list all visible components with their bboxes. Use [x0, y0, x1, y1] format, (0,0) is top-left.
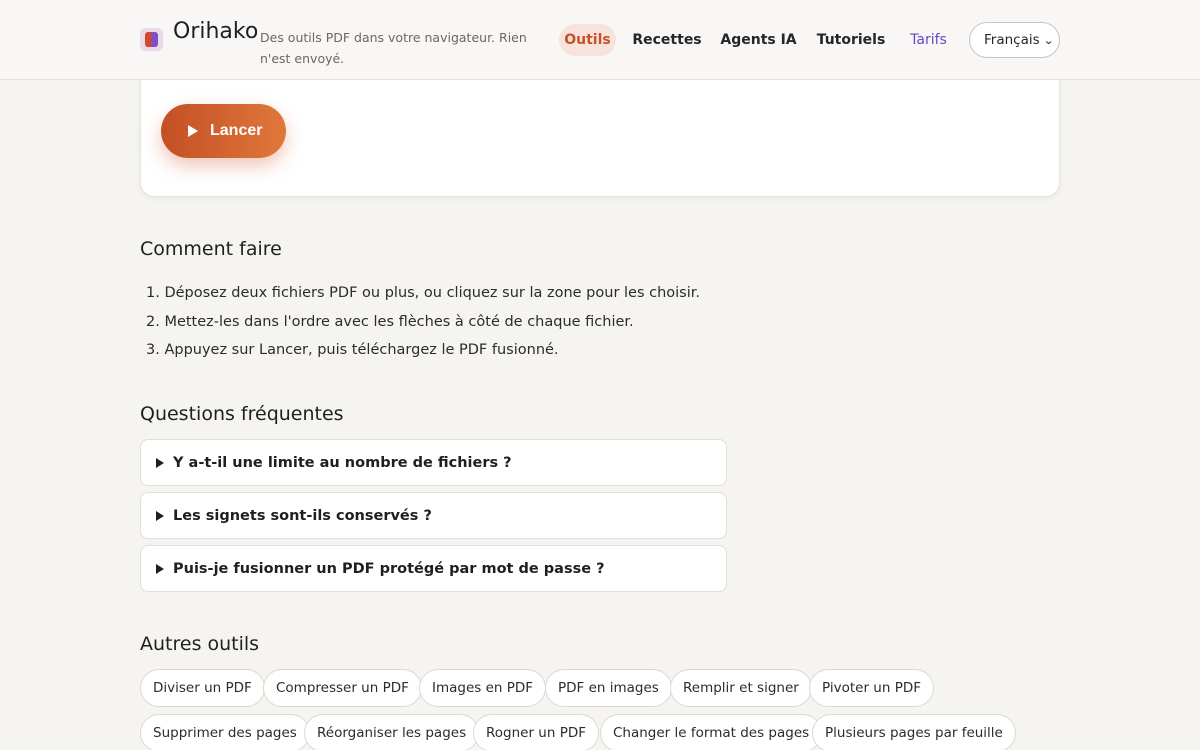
tool-chip-remplir-signer[interactable]: Remplir et signer — [670, 669, 812, 707]
howto-step: 3. Appuyez sur Lancer, puis téléchargez … — [146, 342, 559, 358]
tool-chip-pdf-en-images[interactable]: PDF en images — [545, 669, 672, 707]
tool-chip-changer-format[interactable]: Changer le format des pages — [600, 714, 823, 750]
tool-chip-diviser[interactable]: Diviser un PDF — [140, 669, 265, 707]
tool-chip-compresser[interactable]: Compresser un PDF — [263, 669, 422, 707]
nav-item-tarifs[interactable]: Tarifs — [908, 24, 949, 56]
tool-chip-plusieurs-pages[interactable]: Plusieurs pages par feuille — [812, 714, 1016, 750]
run-button[interactable]: Lancer — [161, 104, 286, 158]
faq-item-file-limit[interactable]: Y a-t-il une limite au nombre de fichier… — [140, 439, 727, 486]
nav-item-agents-ia[interactable]: Agents IA — [720, 24, 796, 56]
howto-step: 1. Déposez deux fichiers PDF ou plus, ou… — [146, 285, 701, 301]
tool-chip-pivoter[interactable]: Pivoter un PDF — [809, 669, 934, 707]
brand-tagline: Des outils PDF dans votre navigateur. Ri… — [260, 30, 527, 66]
language-select[interactable]: Français ⌄ — [969, 22, 1060, 58]
faq-question: Puis-je fusionner un PDF protégé par mot… — [173, 560, 605, 577]
tool-chip-rogner[interactable]: Rogner un PDF — [473, 714, 600, 750]
faq-item-bookmarks[interactable]: Les signets sont-ils conservés ? — [140, 492, 727, 539]
disclosure-triangle-icon — [156, 563, 164, 574]
language-select-value: Français — [984, 32, 1040, 48]
faq-question: Y a-t-il une limite au nombre de fichier… — [173, 454, 512, 471]
howto-step: 2. Mettez-les dans l'ordre avec les flèc… — [146, 313, 634, 330]
nav-item-outils[interactable]: Outils — [559, 24, 616, 56]
run-button-label: Lancer — [210, 122, 263, 139]
faq-question: Les signets sont-ils conservés ? — [173, 507, 432, 524]
howto-title: Comment faire — [140, 238, 282, 260]
nav-item-tutoriels[interactable]: Tutoriels — [817, 24, 886, 56]
faq-title: Questions fréquentes — [140, 403, 344, 425]
brand-name[interactable]: Orihako — [173, 19, 258, 44]
other-tools-title: Autres outils — [140, 633, 260, 655]
top-navigation-bar: Orihako Des outils PDF dans votre naviga… — [0, 0, 1200, 80]
tool-chip-images-en-pdf[interactable]: Images en PDF — [419, 669, 547, 707]
tool-chip-supprimer-pages[interactable]: Supprimer des pages — [140, 714, 310, 750]
nav-item-recettes[interactable]: Recettes — [632, 24, 701, 56]
disclosure-triangle-icon — [156, 457, 164, 468]
faq-item-password[interactable]: Puis-je fusionner un PDF protégé par mot… — [140, 545, 727, 592]
disclosure-triangle-icon — [156, 510, 164, 521]
howto-steps: 1. Déposez deux fichiers PDF ou plus, ou… — [146, 283, 700, 369]
orihako-logo-icon[interactable] — [140, 28, 163, 51]
chevron-down-icon: ⌄ — [1042, 33, 1054, 47]
tool-chip-reorganiser[interactable]: Réorganiser les pages — [304, 714, 480, 750]
play-icon — [188, 125, 198, 137]
